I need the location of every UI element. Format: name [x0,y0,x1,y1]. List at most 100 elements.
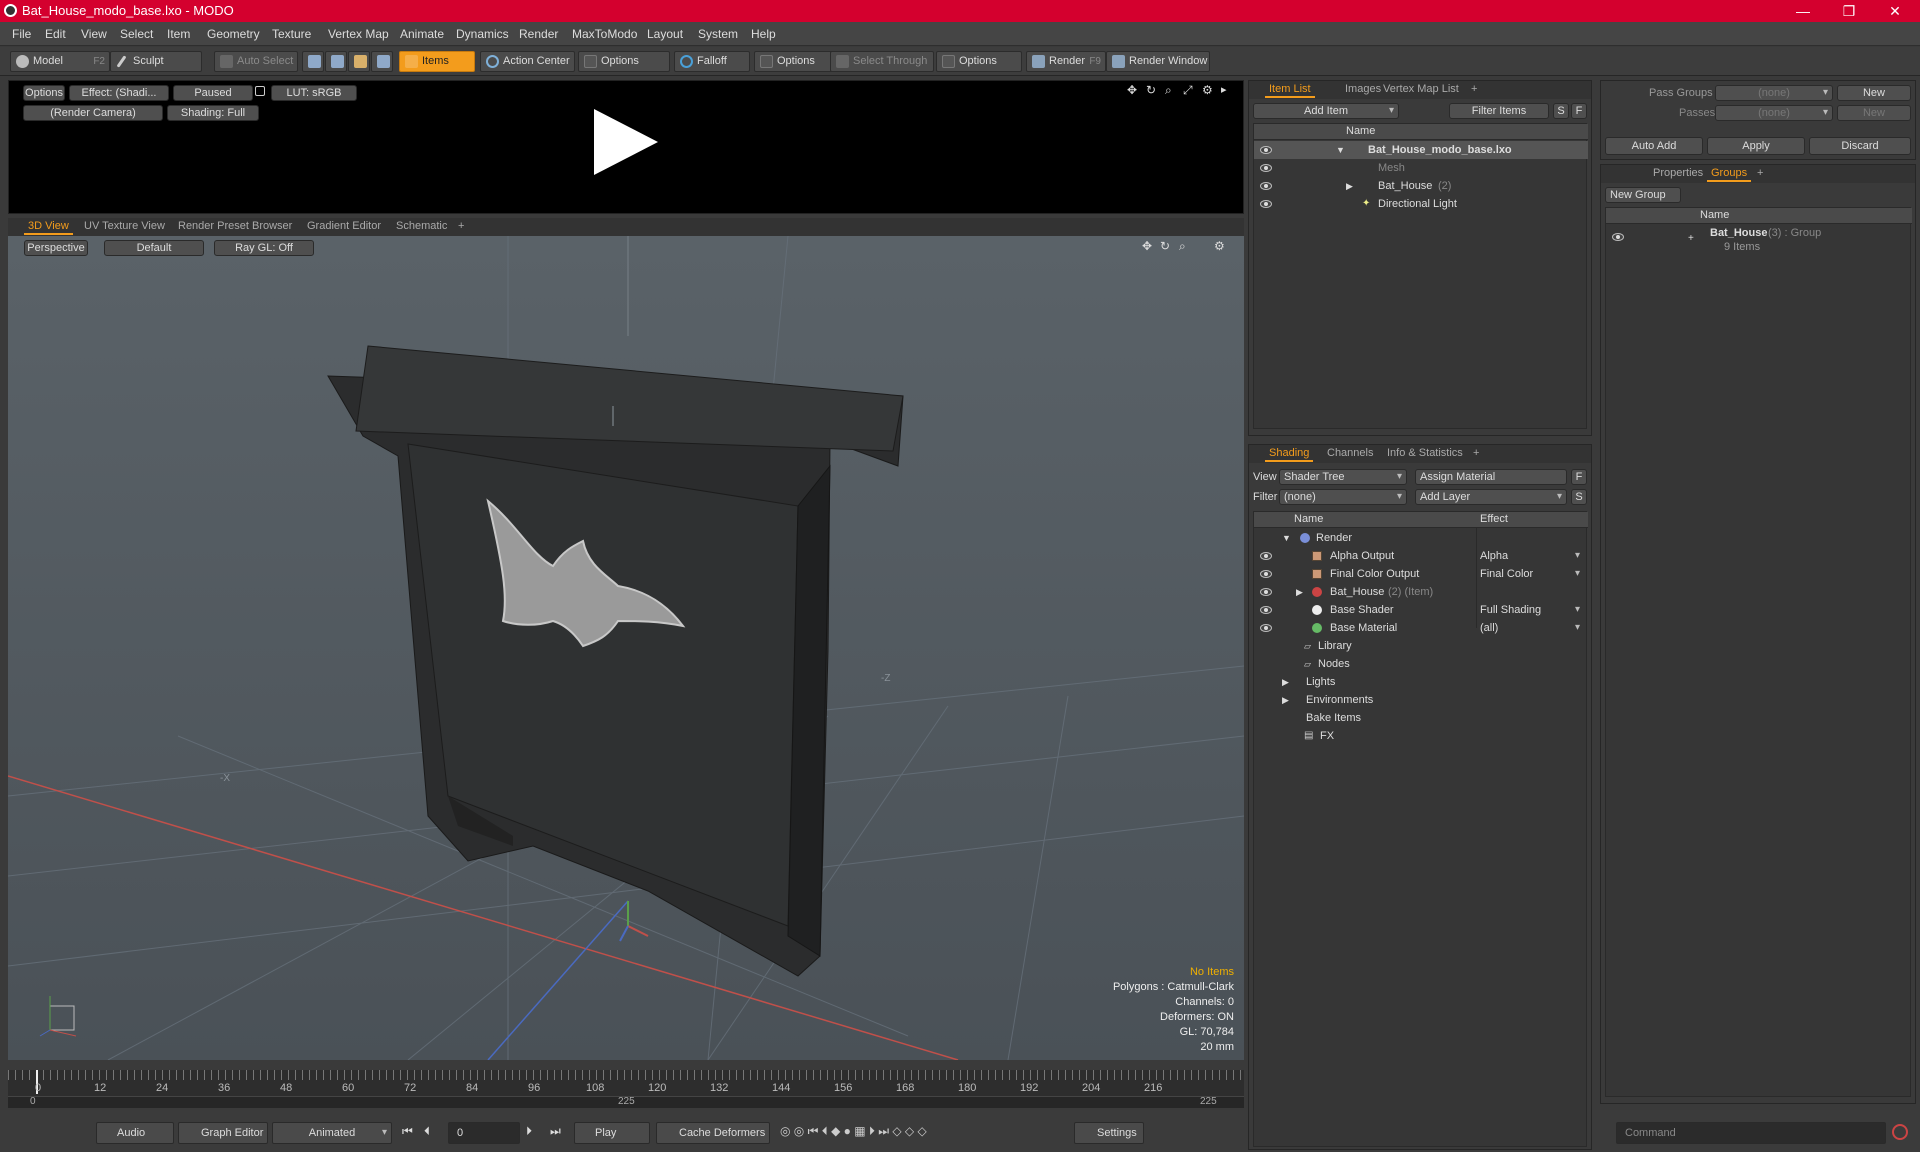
falloff-options-button[interactable]: Options [754,51,834,72]
tab-channels[interactable]: Channels [1327,447,1373,459]
maximize-view-icon[interactable]: ⤢ [1183,83,1193,98]
preview-options-button[interactable]: Options [23,85,65,101]
action-center-button[interactable]: Action Center [480,51,575,72]
shader-row-nodes[interactable]: ▱ Nodes [1254,655,1588,673]
auto-add-button[interactable]: Auto Add [1605,137,1703,155]
audio-button[interactable]: Audio [96,1122,174,1144]
menu-texture[interactable]: Texture [272,27,311,41]
select-options-button[interactable]: Options [936,51,1022,72]
expand-arrow-icon[interactable]: ▸ [1221,83,1227,96]
vertices-mode-button[interactable] [302,51,324,72]
apply-button[interactable]: Apply [1707,137,1805,155]
lock-icon[interactable] [255,86,265,96]
minimize-icon[interactable]: — [1780,0,1826,22]
tab-3d-view[interactable]: 3D View [24,220,73,235]
menu-geometry[interactable]: Geometry [207,27,260,41]
visibility-eye-icon[interactable] [1260,552,1272,560]
shader-row-lights[interactable]: ▶ Lights [1254,673,1588,691]
s-button[interactable]: S [1553,103,1569,119]
tab-render-preset-browser[interactable]: Render Preset Browser [178,220,292,232]
command-input[interactable]: Command [1616,1122,1886,1144]
perspective-dropdown[interactable]: Perspective [24,240,88,256]
shader-row-base-material[interactable]: Base Material (all) [1254,619,1588,637]
expand-arrow-icon[interactable]: ▶ [1346,177,1353,195]
tab-schematic[interactable]: Schematic [396,220,447,232]
expand-plus-icon[interactable]: + [1688,230,1694,248]
menu-item[interactable]: Item [167,27,190,41]
tab-item-list[interactable]: Item List [1265,83,1315,98]
group-row-bat-house[interactable]: + Bat_House (3) : Group 9 Items [1606,226,1912,256]
animated-dropdown[interactable]: Animated [272,1122,392,1144]
timeline[interactable]: 0 12 24 36 48 60 72 84 96 108 120 132 14… [8,1070,1244,1108]
close-icon[interactable]: ✕ [1872,0,1918,22]
sculpt-mode-button[interactable]: Sculpt [110,51,202,72]
shader-row-alpha-output[interactable]: Alpha Output Alpha [1254,547,1588,565]
tab-vertex-map-list[interactable]: Vertex Map List [1383,83,1459,95]
shader-row-fx[interactable]: ▤ FX [1254,727,1588,745]
tab-shading[interactable]: Shading [1264,447,1314,462]
f-button[interactable]: F [1571,469,1587,485]
action-center-options-button[interactable]: Options [578,51,670,72]
tab-uv-texture-view[interactable]: UV Texture View [84,220,165,232]
shader-row-base-shader[interactable]: Base Shader Full Shading [1254,601,1588,619]
shader-row-bake-items[interactable]: Bake Items [1254,709,1588,727]
3d-viewport[interactable]: -X -Z Perspective Default Ray GL: Off ✥ … [8,236,1244,1060]
go-end-icon[interactable]: ⏭ [550,1124,561,1139]
shader-row-environments[interactable]: ▶ Environments [1254,691,1588,709]
tab-gradient-editor[interactable]: Gradient Editor [307,220,381,232]
render-window-button[interactable]: Render Window [1106,51,1210,72]
tree-row-scene[interactable]: ▼ Bat_House_modo_base.lxo [1254,141,1588,159]
visibility-eye-icon[interactable] [1612,233,1624,241]
visibility-eye-icon[interactable] [1260,588,1272,596]
add-tab-button[interactable]: + [1471,83,1477,95]
pass-groups-dropdown[interactable]: (none) [1715,85,1833,101]
menu-system[interactable]: System [698,27,738,41]
visibility-eye-icon[interactable] [1260,200,1272,208]
frame-field[interactable]: 0 [448,1122,520,1144]
tab-images[interactable]: Images [1345,83,1381,95]
materials-mode-button[interactable] [371,51,393,72]
play-button[interactable]: Play [574,1122,650,1144]
expand-arrow-icon[interactable]: ▶ [1296,583,1303,601]
shader-row-render[interactable]: ▼ Render [1254,529,1588,547]
preview-shading-dropdown[interactable]: Shading: Full [167,105,259,121]
preview-paused-button[interactable]: Paused [173,85,253,101]
expand-arrow-icon[interactable]: ▶ [1282,673,1289,691]
filter-items-field[interactable]: Filter Items [1449,103,1549,119]
add-layer-dropdown[interactable]: Add Layer [1415,489,1567,505]
name-column-header[interactable]: Name [1346,125,1375,137]
menu-edit[interactable]: Edit [45,27,66,41]
go-start-icon[interactable]: ⏮ [402,1124,413,1139]
menu-animate[interactable]: Animate [400,27,444,41]
polygons-mode-button[interactable] [348,51,370,72]
preview-lut-dropdown[interactable]: LUT: sRGB [271,85,357,101]
shader-row-bat-house[interactable]: ▶ Bat_House (2) (Item) [1254,583,1588,601]
model-mode-button[interactable]: Model F2 [10,51,110,72]
menu-help[interactable]: Help [751,27,776,41]
add-item-dropdown[interactable]: Add Item [1253,103,1399,119]
move-view-icon[interactable]: ✥ [1142,239,1152,253]
default-style-dropdown[interactable]: Default [104,240,204,256]
add-tab-button[interactable]: + [1757,167,1763,179]
move-view-icon[interactable]: ✥ [1127,83,1137,97]
play-icon[interactable] [594,109,658,175]
visibility-eye-icon[interactable] [1260,146,1272,154]
menu-file[interactable]: File [12,27,31,41]
view-dropdown[interactable]: Shader Tree [1279,469,1407,485]
falloff-button[interactable]: Falloff [674,51,750,72]
key-tools-icons[interactable]: ◎ ◎ ⏮ ⏴ ◆ ● ▦ ⏵ ⏭ ◇ ◇ ◇ [780,1124,927,1139]
record-icon[interactable] [1892,1124,1908,1140]
final-color-effect-dropdown[interactable]: Final Color [1480,565,1584,583]
gear-icon[interactable]: ⚙ [1214,239,1225,253]
zoom-view-icon[interactable]: ⌕ [1165,83,1172,98]
preview-effect-dropdown[interactable]: Effect: (Shadi... [69,85,169,101]
visibility-eye-icon[interactable] [1260,570,1272,578]
tree-row-directional-light[interactable]: ✦ Directional Light [1254,195,1588,213]
items-mode-button[interactable]: Items [399,51,475,72]
menu-render[interactable]: Render [519,27,558,41]
name-column-header[interactable]: Name [1294,513,1323,525]
base-shader-effect-dropdown[interactable]: Full Shading [1480,601,1584,619]
rotate-view-icon[interactable]: ↻ [1146,83,1156,97]
graph-editor-button[interactable]: Graph Editor [178,1122,268,1144]
discard-button[interactable]: Discard [1809,137,1911,155]
